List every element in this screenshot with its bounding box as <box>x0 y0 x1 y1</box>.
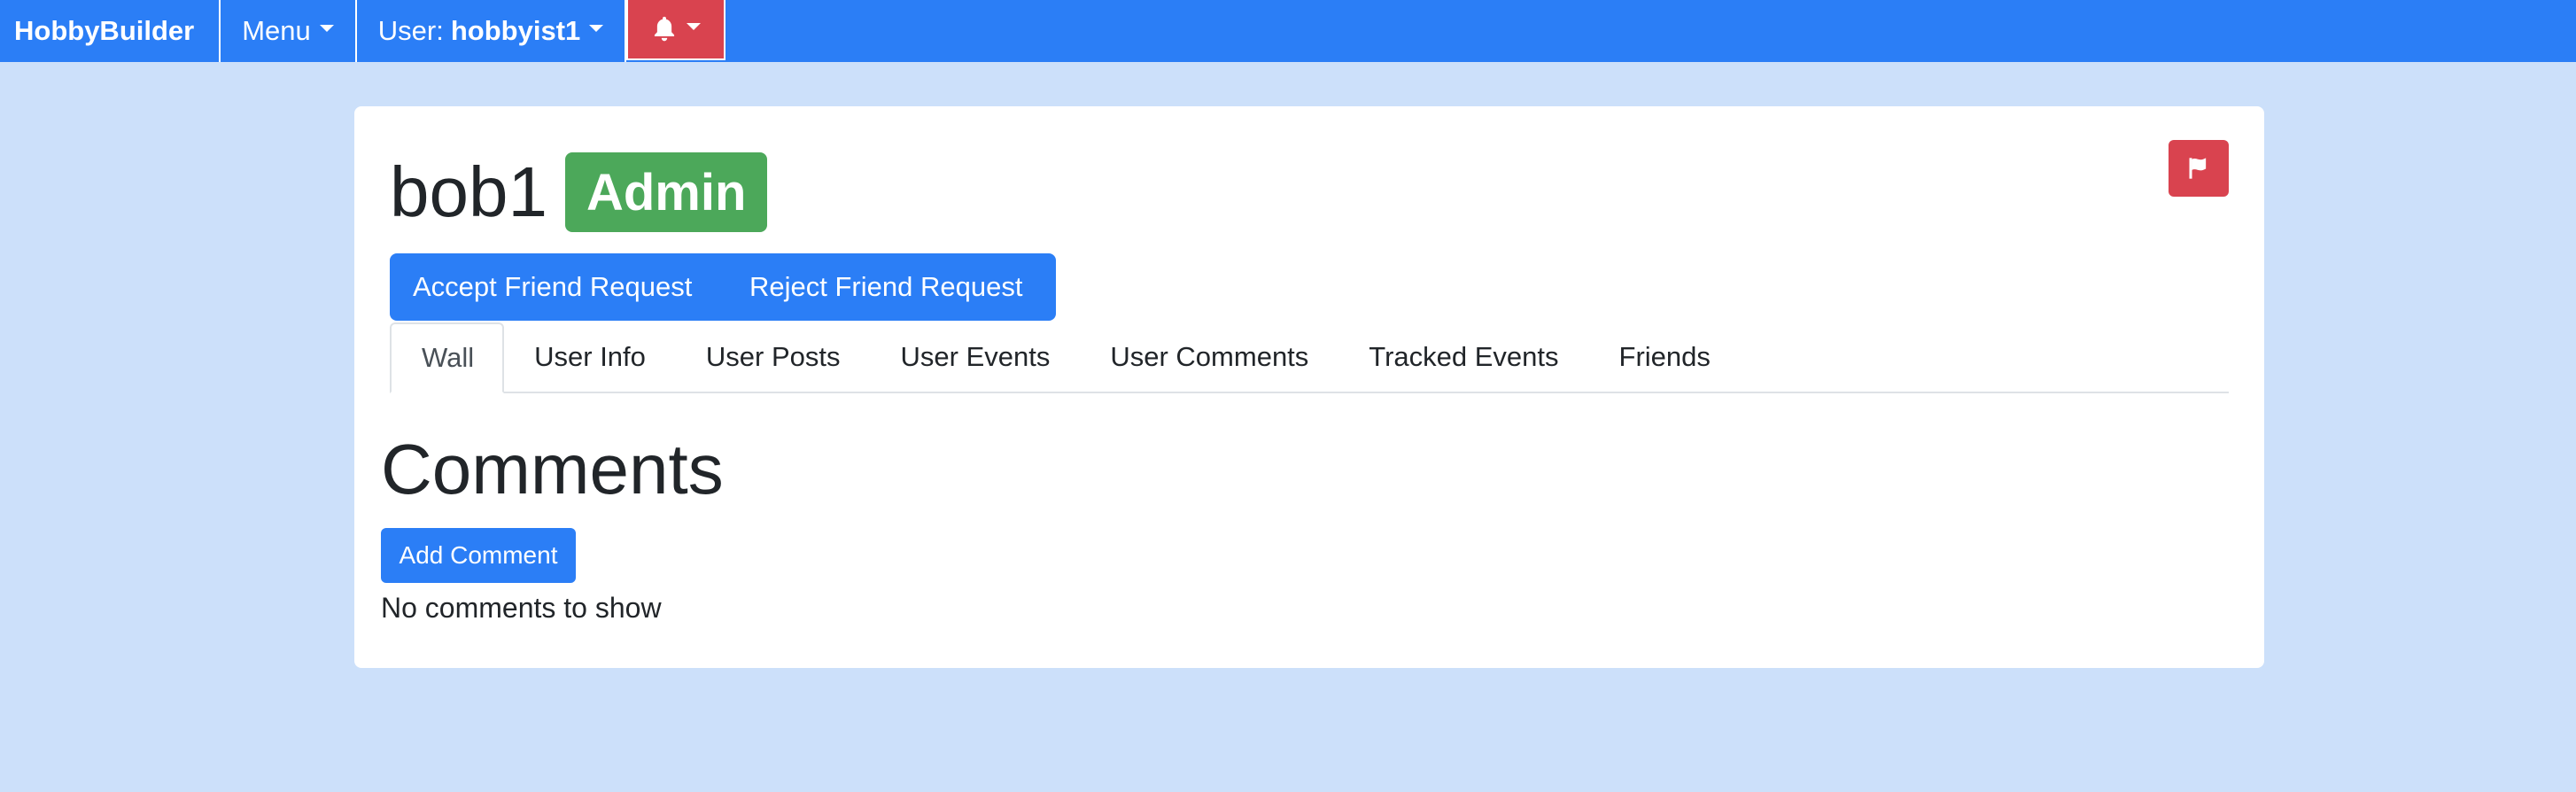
role-badge: Admin <box>564 152 768 232</box>
tab-tracked-events[interactable]: Tracked Events <box>1338 322 1588 392</box>
tab-user-posts[interactable]: User Posts <box>676 322 871 392</box>
current-username: hobbyist1 <box>450 15 581 46</box>
chevron-down-icon <box>687 23 702 30</box>
bell-icon <box>655 16 675 42</box>
tab-friends[interactable]: Friends <box>1589 322 1741 392</box>
tab-user-events[interactable]: User Events <box>871 322 1081 392</box>
profile-header: bob1 Admin <box>390 152 768 232</box>
friend-request-actions: Accept Friend Request Reject Friend Requ… <box>390 253 1056 321</box>
comments-heading: Comments <box>381 430 724 509</box>
reject-friend-request-button[interactable]: Reject Friend Request <box>726 253 1056 321</box>
report-user-button[interactable] <box>2169 140 2229 197</box>
user-dropdown[interactable]: User: hobbyist1 <box>357 0 627 62</box>
tab-wall[interactable]: Wall <box>390 322 505 393</box>
tab-user-comments[interactable]: User Comments <box>1080 322 1338 392</box>
brand-link[interactable]: HobbyBuilder <box>0 0 221 62</box>
profile-username: bob1 <box>390 152 547 231</box>
profile-tabs: Wall User Info User Posts User Events Us… <box>390 322 2229 393</box>
user-prefix: User: <box>377 15 444 46</box>
menu-label: Menu <box>242 15 311 46</box>
top-navbar: HobbyBuilder Menu User: hobbyist1 <box>0 0 2576 62</box>
chevron-down-icon <box>589 25 604 32</box>
chevron-down-icon <box>319 25 334 32</box>
add-comment-button[interactable]: Add Comment <box>381 528 576 583</box>
flag-icon <box>2189 158 2207 179</box>
tab-user-info[interactable]: User Info <box>504 322 676 392</box>
empty-comments-message: No comments to show <box>381 592 662 624</box>
accept-friend-request-button[interactable]: Accept Friend Request <box>390 253 726 321</box>
notifications-dropdown[interactable] <box>626 0 726 60</box>
profile-card: bob1 Admin Accept Friend Request Reject … <box>354 106 2264 668</box>
menu-dropdown[interactable]: Menu <box>221 0 357 62</box>
